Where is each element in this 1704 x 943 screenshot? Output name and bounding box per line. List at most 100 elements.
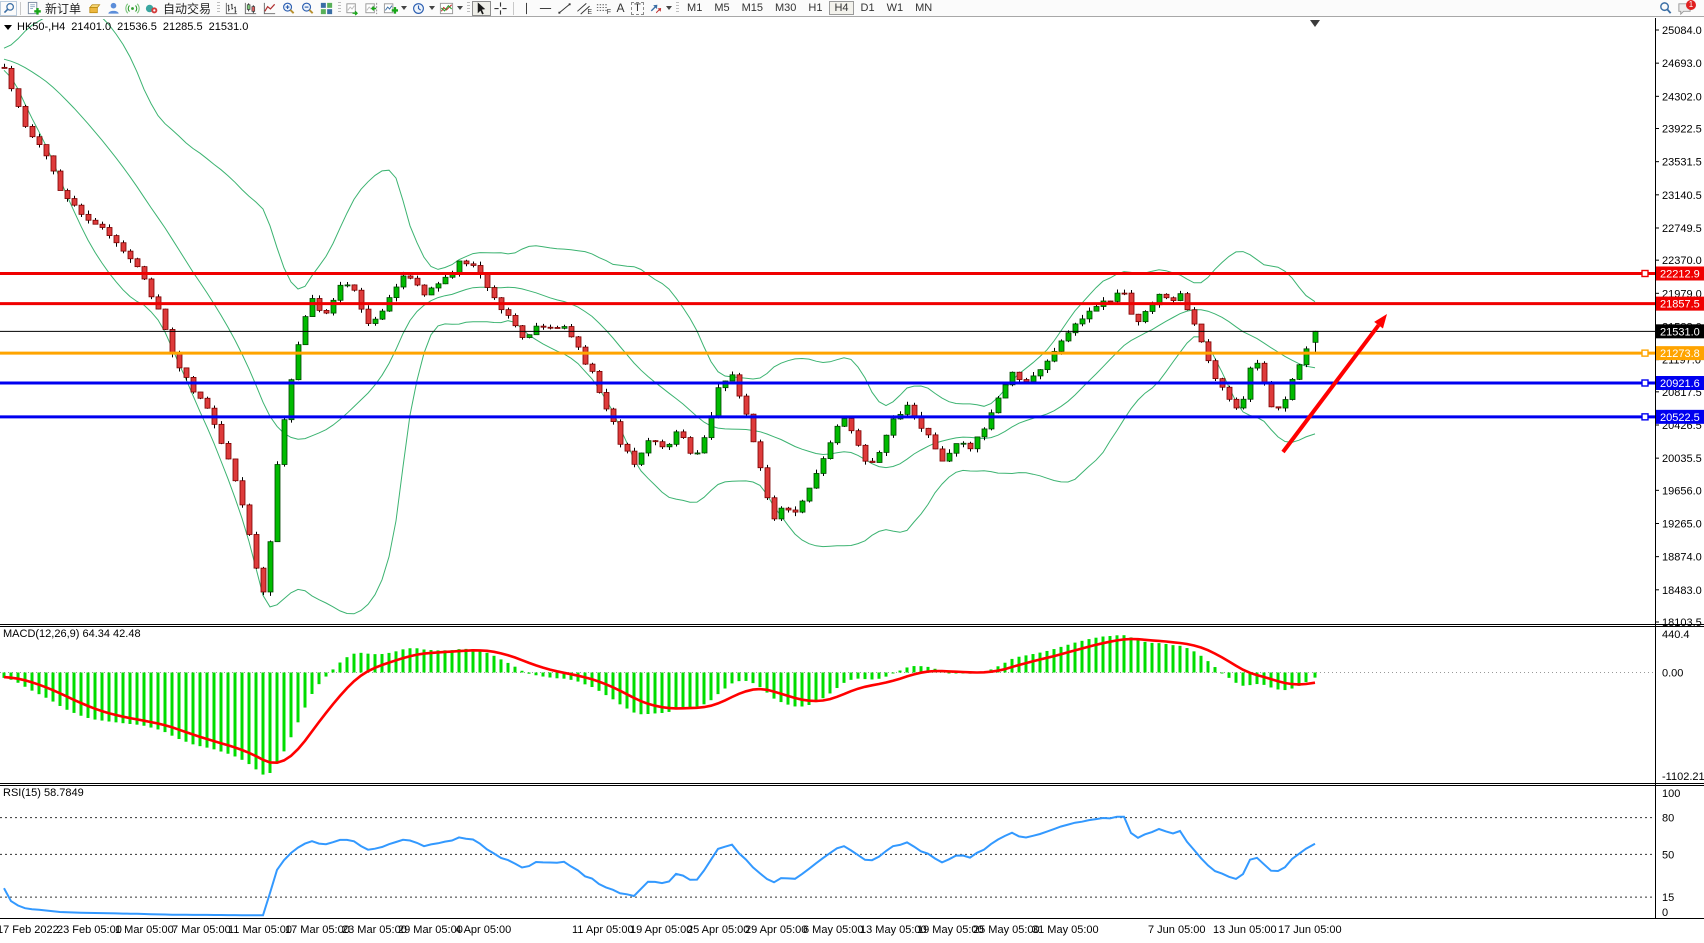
horizontal-line-tool[interactable] <box>536 1 555 16</box>
svg-text:11 Apr 05:00: 11 Apr 05:00 <box>572 924 634 936</box>
user-icon[interactable] <box>104 1 123 16</box>
bollinger-bands <box>4 5 1315 614</box>
svg-text:25 Apr 05:00: 25 Apr 05:00 <box>687 924 749 936</box>
new-order-label: 新订单 <box>43 0 83 17</box>
svg-text:21273.8: 21273.8 <box>1660 348 1700 360</box>
svg-text:31 May 05:00: 31 May 05:00 <box>1032 924 1099 936</box>
magnifier-icon <box>2 1 15 16</box>
tab-timeframe-W1[interactable]: W1 <box>882 1 909 15</box>
label-tool-letter: T <box>631 2 644 15</box>
text-label-tool[interactable]: T <box>629 1 646 16</box>
svg-text:23531.5: 23531.5 <box>1662 157 1702 169</box>
crosshair-tool-button[interactable] <box>491 1 510 16</box>
svg-text:20921.6: 20921.6 <box>1660 378 1700 390</box>
candlestick-chart-icon[interactable] <box>241 1 260 16</box>
chevron-down-icon <box>429 6 435 10</box>
chart-shift-icon[interactable] <box>362 1 381 16</box>
svg-text:29 Apr 05:00: 29 Apr 05:00 <box>745 924 807 936</box>
autotrading-icon <box>144 1 159 16</box>
svg-text:19656.0: 19656.0 <box>1662 485 1702 497</box>
vertical-line-tool[interactable] <box>517 1 536 16</box>
chart-canvas[interactable]: 25084.024693.024302.023922.523531.523140… <box>0 0 1704 943</box>
svg-text:22749.5: 22749.5 <box>1662 223 1702 235</box>
svg-text:100: 100 <box>1662 788 1680 800</box>
tab-timeframe-M1[interactable]: M1 <box>682 1 707 15</box>
svg-text:15: 15 <box>1662 892 1674 904</box>
divider <box>513 2 514 15</box>
tab-timeframe-H4[interactable]: H4 <box>829 1 853 15</box>
svg-text:50: 50 <box>1662 849 1674 861</box>
group-grip <box>217 2 220 14</box>
trendline-tool[interactable] <box>555 1 574 16</box>
autotrading-button[interactable]: 自动交易 <box>142 1 215 16</box>
tab-timeframe-H1[interactable]: H1 <box>803 1 827 15</box>
svg-text:0: 0 <box>1662 907 1668 919</box>
svg-text:29 Mar 05:00: 29 Mar 05:00 <box>398 924 463 936</box>
svg-text:17 Feb 2022: 17 Feb 2022 <box>0 924 59 936</box>
arrows-tool[interactable] <box>646 1 674 16</box>
svg-text:24693.0: 24693.0 <box>1662 58 1702 70</box>
notifications-button[interactable]: 1 <box>1675 1 1694 16</box>
symbol-search-icon[interactable] <box>1656 1 1675 16</box>
toolbar-right: 1 <box>1656 1 1700 16</box>
fibonacci-letter: F <box>607 9 611 16</box>
tab-timeframe-M15[interactable]: M15 <box>737 1 768 15</box>
price-axis-labels[interactable]: 25084.024693.024302.023922.523531.523140… <box>1655 25 1704 919</box>
group-grip <box>338 2 341 14</box>
new-order-icon <box>26 1 41 16</box>
gold-cube-icon[interactable] <box>85 1 104 16</box>
crosshair-icon <box>493 1 508 16</box>
svg-text:19265.0: 19265.0 <box>1662 518 1702 530</box>
date-axis-labels[interactable]: 17 Feb 202223 Feb 05:001 Mar 05:007 Mar … <box>0 924 1342 936</box>
new-chart-icon[interactable] <box>381 1 409 16</box>
macd-pane <box>0 635 1655 774</box>
zoom-out-icon[interactable] <box>298 1 317 16</box>
fibonacci-tool[interactable]: F <box>593 1 612 16</box>
clock-icon[interactable] <box>409 1 437 16</box>
svg-text:25 May 05:00: 25 May 05:00 <box>973 924 1040 936</box>
cursor-tool-button[interactable] <box>472 1 491 16</box>
svg-text:19 Apr 05:00: 19 Apr 05:00 <box>630 924 692 936</box>
tab-timeframe-M5[interactable]: M5 <box>709 1 734 15</box>
indicators-icon[interactable] <box>437 1 465 16</box>
chart-shift-marker[interactable] <box>1310 20 1320 27</box>
zoom-in-icon[interactable] <box>279 1 298 16</box>
svg-text:23140.5: 23140.5 <box>1662 190 1702 202</box>
tab-timeframe-M30[interactable]: M30 <box>770 1 801 15</box>
svg-text:-1102.21: -1102.21 <box>1662 771 1704 783</box>
svg-text:7 Mar 05:00: 7 Mar 05:00 <box>172 924 231 936</box>
svg-text:21531.0: 21531.0 <box>1660 326 1700 338</box>
svg-text:22370.0: 22370.0 <box>1662 255 1702 267</box>
horizontal-levels[interactable] <box>0 270 1655 419</box>
cursor-icon <box>474 1 489 16</box>
text-tool[interactable]: A <box>612 1 629 16</box>
search-icon[interactable] <box>0 1 17 16</box>
main-toolbar: 新订单 自动交易 <box>0 0 1704 17</box>
line-chart-icon[interactable] <box>260 1 279 16</box>
equidistant-channel-tool[interactable]: E <box>574 1 593 16</box>
svg-text:4 Apr 05:00: 4 Apr 05:00 <box>455 924 511 936</box>
svg-text:18874.0: 18874.0 <box>1662 552 1702 564</box>
tab-timeframe-D1[interactable]: D1 <box>856 1 880 15</box>
svg-text:22212.9: 22212.9 <box>1660 268 1700 280</box>
rsi-pane <box>0 817 1655 916</box>
svg-text:20035.5: 20035.5 <box>1662 453 1702 465</box>
notification-badge: 1 <box>1686 0 1696 10</box>
signal-icon[interactable] <box>123 1 142 16</box>
svg-text:1 Mar 05:00: 1 Mar 05:00 <box>115 924 174 936</box>
svg-text:18103.5: 18103.5 <box>1662 617 1702 629</box>
chevron-down-icon <box>457 6 463 10</box>
tile-windows-icon[interactable] <box>317 1 336 16</box>
svg-text:0.00: 0.00 <box>1662 668 1683 680</box>
svg-text:23 Feb 05:00: 23 Feb 05:00 <box>57 924 122 936</box>
bar-chart-icon[interactable] <box>222 1 241 16</box>
svg-text:21857.5: 21857.5 <box>1660 299 1700 311</box>
tab-timeframe-MN[interactable]: MN <box>910 1 937 15</box>
group-grip <box>467 2 470 14</box>
autotrading-label: 自动交易 <box>161 0 213 17</box>
new-order-button[interactable]: 新订单 <box>24 1 85 16</box>
text-tool-letter: A <box>617 3 625 14</box>
svg-text:17 Mar 05:00: 17 Mar 05:00 <box>285 924 350 936</box>
svg-text:440.4: 440.4 <box>1662 629 1690 641</box>
auto-scroll-icon[interactable] <box>343 1 362 16</box>
